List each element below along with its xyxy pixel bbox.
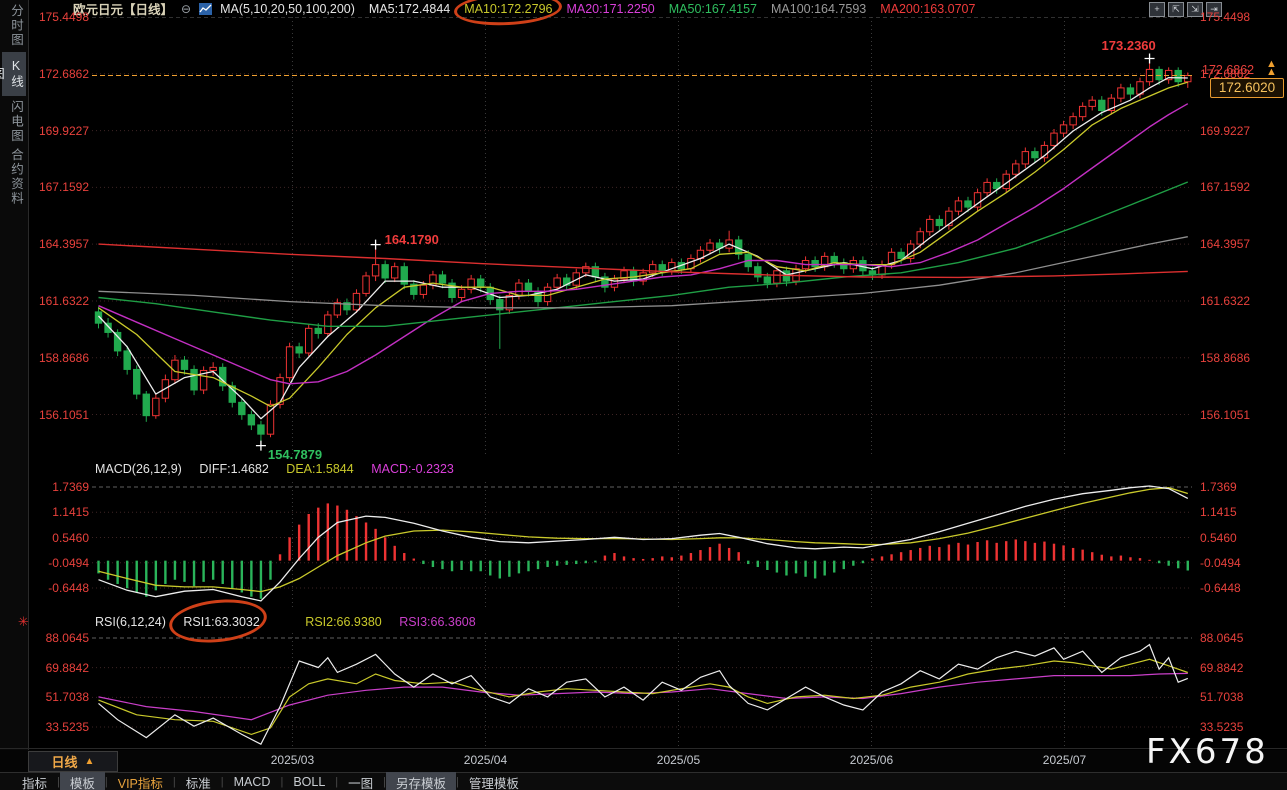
macd-dea-value: DEA:1.5844 bbox=[286, 462, 353, 476]
axis-tick-label: 51.7038 bbox=[1200, 690, 1280, 704]
date-label: 2025/04 bbox=[457, 753, 513, 767]
axis-tick-label: 1.7369 bbox=[1200, 480, 1280, 494]
rsi3-value: RSI3:66.3608 bbox=[399, 615, 475, 629]
axis-tick-label: 0.5460 bbox=[30, 531, 89, 545]
price-annotation: 164.1790 bbox=[385, 232, 439, 247]
axis-tick-label: 158.8686 bbox=[1200, 351, 1280, 365]
price-annotation: 173.2360 bbox=[1102, 38, 1156, 53]
toolbar-item-指标[interactable]: 指标 bbox=[12, 772, 57, 790]
toolbar-item-VIP指标[interactable]: VIP指标 bbox=[108, 772, 173, 790]
date-label: 2025/05 bbox=[650, 753, 706, 767]
divider bbox=[0, 748, 1287, 749]
axis-tick-label: 175.4498 bbox=[30, 10, 89, 24]
ma-value: MA100:164.7593 bbox=[771, 2, 866, 16]
toolbar-item-MACD[interactable]: MACD bbox=[224, 774, 281, 790]
move-icon[interactable]: + bbox=[1149, 2, 1165, 17]
chevron-up-icon: ▲ bbox=[85, 756, 95, 767]
axis-tick-label: 161.6322 bbox=[30, 294, 89, 308]
trading-app-window: 分时图 K线图闪电图合约资料 欧元日元【日线】 ⊖ MA(5,10,20,50,1… bbox=[0, 0, 1287, 790]
axis-tick-label: 175.4498 bbox=[1200, 10, 1280, 24]
sidebar-tab-合约资料[interactable]: 合约资料 bbox=[2, 148, 26, 206]
candlestick-chart[interactable] bbox=[92, 17, 1192, 454]
macd-legend: MACD(26,12,9) DIFF:1.4682 DEA:1.5844 MAC… bbox=[95, 462, 468, 476]
macd-title: MACD(26,12,9) bbox=[95, 462, 182, 476]
macd-macd-value: MACD:-0.2323 bbox=[371, 462, 454, 476]
chart-type-sidebar: 分时图 K线图闪电图合约资料 bbox=[0, 0, 29, 750]
axis-tick-label: 69.8842 bbox=[30, 661, 89, 675]
axis-tick-label: 164.3957 bbox=[1200, 237, 1280, 251]
rsi-panel[interactable] bbox=[92, 633, 1192, 749]
ma-value: MA20:171.2250 bbox=[566, 2, 654, 16]
ma-value-label: MA50:167.4157 bbox=[669, 2, 757, 16]
ma-values: MA5:172.4844 MA10:172.2796 MA20:171.2250 MA… bbox=[355, 2, 976, 16]
axis-tick-label: 172.6862 bbox=[30, 67, 89, 81]
toolbar-item-模板[interactable]: 模板 bbox=[60, 772, 105, 790]
axis-tick-label: 1.1415 bbox=[1200, 505, 1280, 519]
axis-tick-label: 169.9227 bbox=[30, 124, 89, 138]
axis-tick-label: 169.9227 bbox=[1200, 124, 1280, 138]
sidebar-tab-闪电图[interactable]: 闪电图 bbox=[2, 100, 26, 144]
price-annotation: 154.7879 bbox=[268, 447, 322, 462]
axis-tick-label: -0.0494 bbox=[30, 556, 89, 570]
ma-value: MA50:167.4157 bbox=[669, 2, 757, 16]
axis-tick-label: 156.1051 bbox=[30, 408, 89, 422]
axis-tick-label: 164.3957 bbox=[30, 237, 89, 251]
ma-value-label: MA20:171.2250 bbox=[566, 2, 654, 16]
axis-tick-label: 51.7038 bbox=[30, 690, 89, 704]
ma-value-label: MA100:164.7593 bbox=[771, 2, 866, 16]
ma-chart-icon bbox=[199, 3, 212, 15]
ma-value: MA10:172.2796 bbox=[464, 2, 552, 16]
date-axis: 日线 ▲ 2025/03 2025/04 2025/05 2025/06 2025/07 bbox=[0, 750, 1287, 772]
axis-tick-label: 167.1592 bbox=[30, 180, 89, 194]
axis-tick-label: 158.8686 bbox=[30, 351, 89, 365]
axis-tick-label: 0.5460 bbox=[1200, 531, 1280, 545]
rsi1-value: RSI1:63.3032 bbox=[183, 615, 259, 629]
rsi-legend: RSI(6,12,24) RSI1:63.3032 RSI2:66.9380 R… bbox=[95, 615, 490, 629]
axis-tick-label: -0.0494 bbox=[1200, 556, 1280, 570]
current-price-box: 172.6020 bbox=[1210, 78, 1284, 98]
rsi1-wrapper: RSI1:63.3032 bbox=[183, 615, 273, 629]
toolbar-item-另存模板[interactable]: 另存模板 bbox=[386, 772, 456, 790]
axis-tick-label: 161.6322 bbox=[1200, 294, 1280, 308]
macd-panel[interactable] bbox=[92, 482, 1192, 610]
axis-tick-label: 33.5235 bbox=[30, 720, 89, 734]
period-selector[interactable]: 日线 ▲ bbox=[28, 751, 118, 772]
date-label: 2025/03 bbox=[264, 753, 320, 767]
ma-settings-label: MA(5,10,20,50,100,200) bbox=[220, 2, 355, 16]
ma-value: MA5:172.4844 bbox=[369, 2, 450, 16]
toolbar-item-管理模板[interactable]: 管理模板 bbox=[459, 772, 529, 790]
ma-value-label: MA200:163.0707 bbox=[880, 2, 975, 16]
axis-tick-label: 88.0645 bbox=[30, 631, 89, 645]
axis-left-icon[interactable]: ⇱ bbox=[1168, 2, 1184, 17]
toolbar-item-BOLL[interactable]: BOLL bbox=[283, 774, 335, 790]
watermark: FX678 bbox=[1146, 732, 1269, 772]
toolbar-item-一图[interactable]: 一图 bbox=[338, 772, 383, 790]
status-indicator-icon: ✳ bbox=[18, 614, 29, 630]
date-label: 2025/06 bbox=[843, 753, 899, 767]
period-label: 日线 bbox=[52, 752, 78, 771]
ma-value: MA200:163.0707 bbox=[880, 2, 975, 16]
collapse-icon[interactable]: ⊖ bbox=[181, 2, 191, 16]
rsi2-value: RSI2:66.9380 bbox=[305, 615, 381, 629]
axis-tick-label: 69.8842 bbox=[1200, 661, 1280, 675]
axis-tick-label: -0.6448 bbox=[1200, 581, 1280, 595]
dashed-level-label: 172.6862 bbox=[1202, 63, 1254, 77]
date-label: 2025/07 bbox=[1037, 753, 1093, 767]
axis-tick-label: -0.6448 bbox=[30, 581, 89, 595]
axis-tick-label: 167.1592 bbox=[1200, 180, 1280, 194]
axis-tick-label: 1.1415 bbox=[30, 505, 89, 519]
ma-value-label: MA10:172.2796 bbox=[464, 2, 552, 16]
ma-value-label: MA5:172.4844 bbox=[369, 2, 450, 16]
sidebar-tab-K线图[interactable]: K线图 bbox=[2, 52, 26, 96]
scroll-to-latest-icon[interactable]: ▲▲ bbox=[1266, 60, 1277, 76]
chart-header: 欧元日元【日线】 ⊖ MA(5,10,20,50,100,200) MA5:17… bbox=[30, 0, 1287, 17]
macd-diff-value: DIFF:1.4682 bbox=[199, 462, 268, 476]
axis-tick-label: 1.7369 bbox=[30, 480, 89, 494]
axis-tick-label: 88.0645 bbox=[1200, 631, 1280, 645]
axis-tick-label: 156.1051 bbox=[1200, 408, 1280, 422]
bottom-toolbar: 指标|模板|VIP指标|标准|MACD|BOLL|一图|另存模板|管理模板 bbox=[0, 772, 1287, 790]
rsi-title: RSI(6,12,24) bbox=[95, 615, 166, 629]
sidebar-tab-分时图[interactable]: 分时图 bbox=[2, 4, 26, 48]
toolbar-item-标准[interactable]: 标准 bbox=[176, 772, 221, 790]
